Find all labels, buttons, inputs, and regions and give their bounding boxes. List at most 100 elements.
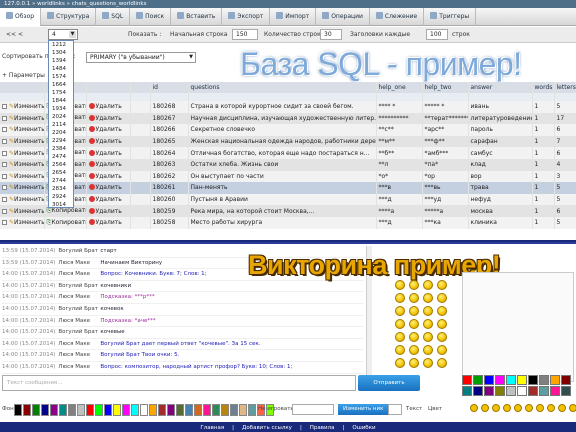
smiley-icon[interactable] [423,319,433,329]
edit-link[interactable]: Изменить [14,196,43,203]
smiley-icon[interactable] [409,345,419,355]
tab-8[interactable]: Слежение [370,8,425,26]
page-option[interactable]: 1664 [49,81,73,89]
page-option[interactable]: 1844 [49,97,73,105]
smiley-icon[interactable] [409,358,419,368]
color-swatch[interactable] [528,375,538,385]
smiley-icon[interactable] [423,280,433,290]
options-toggle[interactable]: + Параметры [2,72,45,79]
page-option[interactable]: 2744 [49,177,73,185]
smiley-icon[interactable] [395,358,405,368]
message-user[interactable]: Люся Маке [58,362,100,373]
background-swatch[interactable] [203,404,211,416]
headers-every-input[interactable]: 100 [426,29,448,40]
table-row[interactable]: ✎Изменить ⎘Копировать Удалить 180259 Река ми… [0,205,576,217]
background-swatch[interactable] [23,404,31,416]
tab-9[interactable]: Триггеры [424,8,477,26]
table-row[interactable]: ✎Изменить⎘КопироватьУдалить180264Отлична… [0,147,576,159]
page-option[interactable]: 2294 [49,137,73,145]
row-checkbox[interactable] [2,173,7,179]
delete-link[interactable]: Удалить [96,219,122,226]
breadcrumb[interactable]: 127.0.0.1 » worldlinks » chats_questions… [0,0,576,8]
page-option[interactable]: 2384 [49,145,73,153]
message-user[interactable]: Люся Маке [58,350,100,361]
smiley-icon[interactable] [423,358,433,368]
message-user[interactable]: Вогулий Брат [58,246,100,257]
smiley-icon[interactable] [423,306,433,316]
table-row[interactable]: ✎Изменить⎘КопироватьУдалить180261Пан-мен… [0,182,576,194]
emoticon-icon[interactable] [547,404,555,412]
page-option[interactable]: 2474 [49,153,73,161]
color-swatch[interactable] [550,386,560,396]
background-swatch[interactable] [185,404,193,416]
copy-link[interactable]: Копировать [51,207,85,214]
page-option[interactable]: 2114 [49,121,73,129]
background-swatch[interactable] [239,404,247,416]
background-swatch[interactable] [122,404,130,416]
delete-link[interactable]: Удалить [96,161,122,168]
smiley-icon[interactable] [409,332,419,342]
background-swatch[interactable] [230,404,238,416]
row-checkbox[interactable] [2,208,7,214]
smiley-icon[interactable] [423,293,433,303]
color-swatch[interactable] [550,375,560,385]
edit-link[interactable]: Изменить [14,103,43,110]
format-box[interactable] [388,404,402,415]
message-user[interactable]: Люся Маке [58,269,100,280]
emoticon-icon[interactable] [525,404,533,412]
edit-link[interactable]: Изменить [14,115,43,122]
background-swatch[interactable] [14,404,22,416]
table-row[interactable]: ✎Изменить⎘КопироватьУдалить180260Пустыня… [0,193,576,206]
message-user[interactable]: Люся Маке [58,258,100,269]
background-swatch[interactable] [140,404,148,416]
delete-link[interactable]: Удалить [96,196,122,203]
smiley-icon[interactable] [395,280,405,290]
background-swatch[interactable] [86,404,94,416]
page-option[interactable]: 1574 [49,73,73,81]
footer-link[interactable]: Добавить ссылку [242,425,292,431]
page-option[interactable]: 2654 [49,169,73,177]
background-swatch[interactable] [248,404,256,416]
color-swatch[interactable] [517,386,527,396]
color-swatch[interactable] [495,375,505,385]
table-row[interactable]: ✎Изменить⎘КопироватьУдалить180262Он выст… [0,170,576,183]
footer-link[interactable]: Ошибки [352,425,375,431]
row-checkbox[interactable] [2,197,7,203]
page-option[interactable]: 1934 [49,105,73,113]
tab-3[interactable]: Поиск [130,8,172,26]
message-input[interactable]: Текст сообщения... [2,375,356,391]
table-row[interactable]: ✎Изменить⎘КопироватьУдалить180266Секретн… [0,124,576,136]
smiley-icon[interactable] [395,293,405,303]
color-swatch[interactable] [462,386,472,396]
page-option[interactable]: 1212 [49,41,73,49]
tab-5[interactable]: Экспорт [222,8,271,26]
page-option[interactable]: 2024 [49,113,73,121]
background-swatch[interactable] [95,404,103,416]
message-user[interactable]: Люся Маке [58,339,100,350]
row-count-input[interactable]: 30 [320,29,342,40]
emoticon-icon[interactable] [470,404,478,412]
row-checkbox[interactable] [2,139,7,145]
page-option[interactable]: 1754 [49,89,73,97]
background-swatch[interactable] [167,404,175,416]
color-swatch[interactable] [528,386,538,396]
edit-link[interactable]: Изменить [14,184,43,191]
tab-6[interactable]: Импорт [270,8,317,26]
page-option[interactable]: 2924 [49,193,73,201]
color-swatch[interactable] [561,386,571,396]
background-swatch[interactable] [131,404,139,416]
table-row[interactable]: ✎Изменить ⎘Копировать Удалить 180258 Место р… [0,216,576,229]
row-checkbox[interactable] [2,115,7,121]
smiley-icon[interactable] [395,332,405,342]
color-swatch[interactable] [495,386,505,396]
delete-link[interactable]: Удалить [96,208,122,215]
column-header[interactable]: letters [554,82,576,93]
background-swatch[interactable] [68,404,76,416]
tab-1[interactable]: Структура [41,8,97,26]
emoticon-icon[interactable] [481,404,489,412]
delete-link[interactable]: Удалить [96,126,122,133]
message-user[interactable]: Вогулий Брат [58,327,100,338]
page-option[interactable]: 2834 [49,185,73,193]
background-swatch[interactable] [113,404,121,416]
edit-link[interactable]: Изменить [14,219,43,226]
